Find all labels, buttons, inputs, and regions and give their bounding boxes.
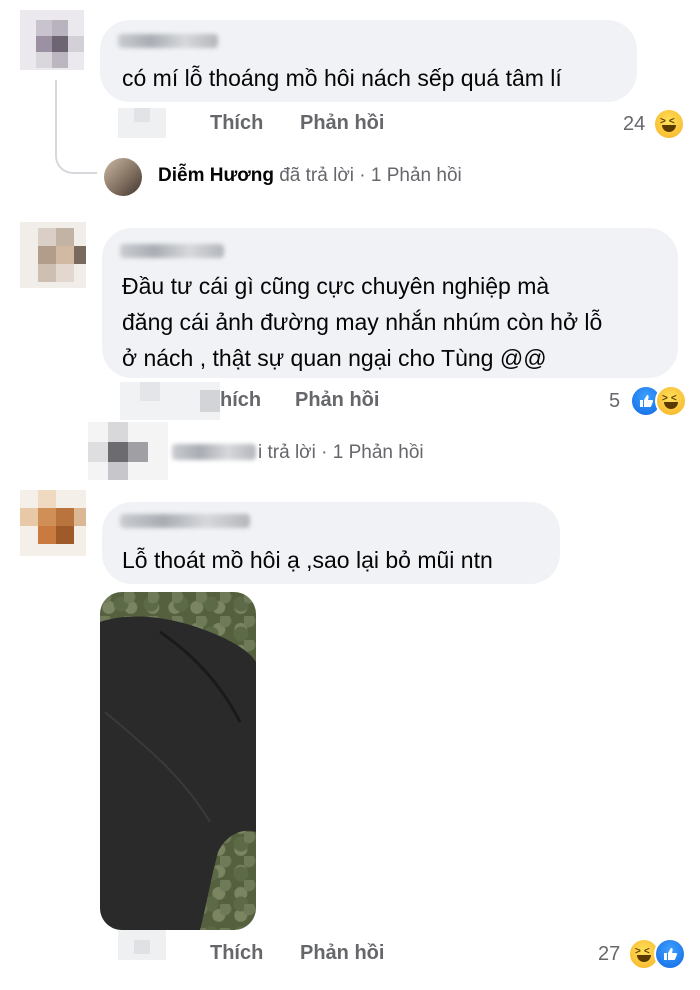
- reply-summary[interactable]: i trả lời · 1 Phản hồi: [258, 442, 424, 464]
- comment-bubble: Lỗ thoát mồ hôi ạ ,sao lại bỏ mũi ntn: [102, 502, 560, 584]
- reply-verb: i trả lời: [258, 442, 316, 463]
- like-button[interactable]: Thích: [210, 112, 263, 135]
- reply-verb: đã trả lời: [279, 165, 355, 186]
- comment-bubble: Đầu tư cái gì cũng cực chuyên nghiệp mà …: [102, 228, 678, 378]
- reply-summary[interactable]: Diễm Hương đã trả lời · 1 Phản hồi: [158, 165, 462, 187]
- reply-count[interactable]: 1 Phản hồi: [333, 442, 424, 463]
- avatar[interactable]: [20, 10, 84, 70]
- timestamp[interactable]: [118, 108, 166, 138]
- separator-dot: ·: [359, 165, 366, 186]
- haha-icon[interactable]: ><: [655, 385, 687, 417]
- reaction-count[interactable]: 24: [623, 113, 645, 136]
- comment-bubble: có mí lỗ thoáng mồ hôi nách sếp quá tâm …: [100, 20, 637, 102]
- timestamp[interactable]: [118, 930, 166, 960]
- reply-author[interactable]: Diễm Hương: [158, 165, 274, 186]
- separator-dot: ·: [321, 442, 328, 463]
- reply-button[interactable]: Phản hồi: [300, 112, 384, 135]
- comment-text-line-1: Đầu tư cái gì cũng cực chuyên nghiệp mà: [122, 273, 550, 299]
- shirt-photo-graphic: [100, 616, 256, 930]
- avatar[interactable]: [88, 422, 168, 480]
- like-icon[interactable]: [654, 938, 686, 970]
- author-name[interactable]: [120, 514, 250, 528]
- reply-button[interactable]: Phản hồi: [300, 942, 384, 965]
- comment-text: Lỗ thoát mồ hôi ạ ,sao lại bỏ mũi ntn: [122, 547, 493, 573]
- comment-text-line-3: ở nách , thật sự quan ngại cho Tùng @@: [122, 345, 547, 371]
- avatar[interactable]: [20, 490, 86, 556]
- thumbs-up-glyph: [664, 948, 678, 960]
- like-button[interactable]: hích: [220, 389, 261, 412]
- avatar[interactable]: [104, 158, 142, 196]
- thread-connector: [55, 80, 97, 174]
- reply-author[interactable]: [172, 444, 256, 460]
- thumbs-up-glyph: [640, 395, 654, 407]
- reaction-count[interactable]: 5: [609, 390, 620, 413]
- attached-photo[interactable]: [100, 592, 256, 930]
- like-button[interactable]: Thích: [210, 942, 263, 965]
- timestamp[interactable]: [120, 382, 220, 420]
- reaction-count[interactable]: 27: [598, 943, 620, 966]
- avatar[interactable]: [20, 222, 86, 288]
- reply-count[interactable]: 1 Phản hồi: [371, 165, 462, 186]
- author-name[interactable]: [118, 34, 218, 48]
- author-name[interactable]: [120, 244, 224, 258]
- reply-button[interactable]: Phản hồi: [295, 389, 379, 412]
- haha-icon[interactable]: ><: [653, 108, 685, 140]
- comment-text-line-2: đăng cái ảnh đường may nhắn nhúm còn hở …: [122, 309, 603, 335]
- comment-text: có mí lỗ thoáng mồ hôi nách sếp quá tâm …: [122, 65, 562, 91]
